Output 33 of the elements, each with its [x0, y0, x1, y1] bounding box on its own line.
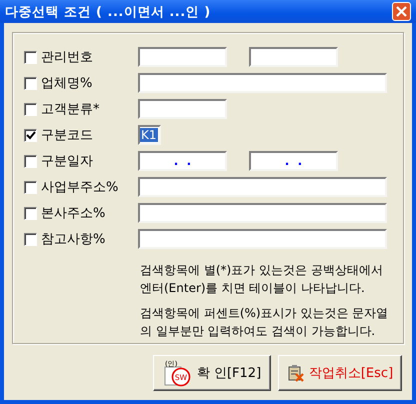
close-button[interactable] [392, 2, 411, 21]
field-label: 사업부주소% [41, 179, 118, 196]
checkbox[interactable] [24, 154, 37, 168]
checkbox[interactable] [24, 76, 37, 90]
field-label: 업체명% [41, 75, 92, 92]
help-text: 검색항목에 퍼센트(%)표시가 있는것은 문자열의 일부분만 입력하여도 검색이 가능합니다. [140, 305, 390, 340]
checkbox[interactable] [24, 102, 37, 116]
input-field[interactable]: K1 [138, 125, 161, 145]
field-label: 구분코드 [41, 127, 93, 144]
input-field[interactable] [138, 99, 227, 119]
checkbox[interactable] [24, 232, 37, 246]
input-field[interactable] [138, 177, 387, 197]
clipboard-delete-icon [286, 364, 305, 382]
help-text: 검색항목에 별(*)표가 있는것은 공백상태에서 엔터(Enter)를 치면 테이블이 나타납니다. [140, 262, 384, 297]
checkbox[interactable] [24, 50, 37, 64]
input-field[interactable] [138, 203, 387, 223]
field-label: 구분일자 [41, 153, 93, 170]
field-label: 관리번호 [41, 49, 93, 66]
cancel-button[interactable]: 작업취소[Esc] [278, 355, 402, 391]
checkbox[interactable] [24, 206, 37, 220]
window-title: 다중선택 조건 ( ...이면서 ...인 ) [5, 4, 211, 20]
checkbox[interactable] [24, 128, 37, 142]
field-label: 고객분류* [41, 101, 100, 118]
input-field[interactable] [138, 229, 387, 249]
input-field[interactable] [138, 47, 227, 67]
checkbox[interactable] [24, 180, 37, 194]
input-field[interactable]: . . [249, 151, 338, 171]
input-field[interactable] [138, 73, 387, 93]
field-label: 참고사항% [41, 231, 106, 248]
close-icon [396, 6, 407, 17]
input-field[interactable] [249, 47, 338, 67]
input-field[interactable]: . . [138, 151, 227, 171]
field-label: 본사주소% [41, 205, 106, 222]
